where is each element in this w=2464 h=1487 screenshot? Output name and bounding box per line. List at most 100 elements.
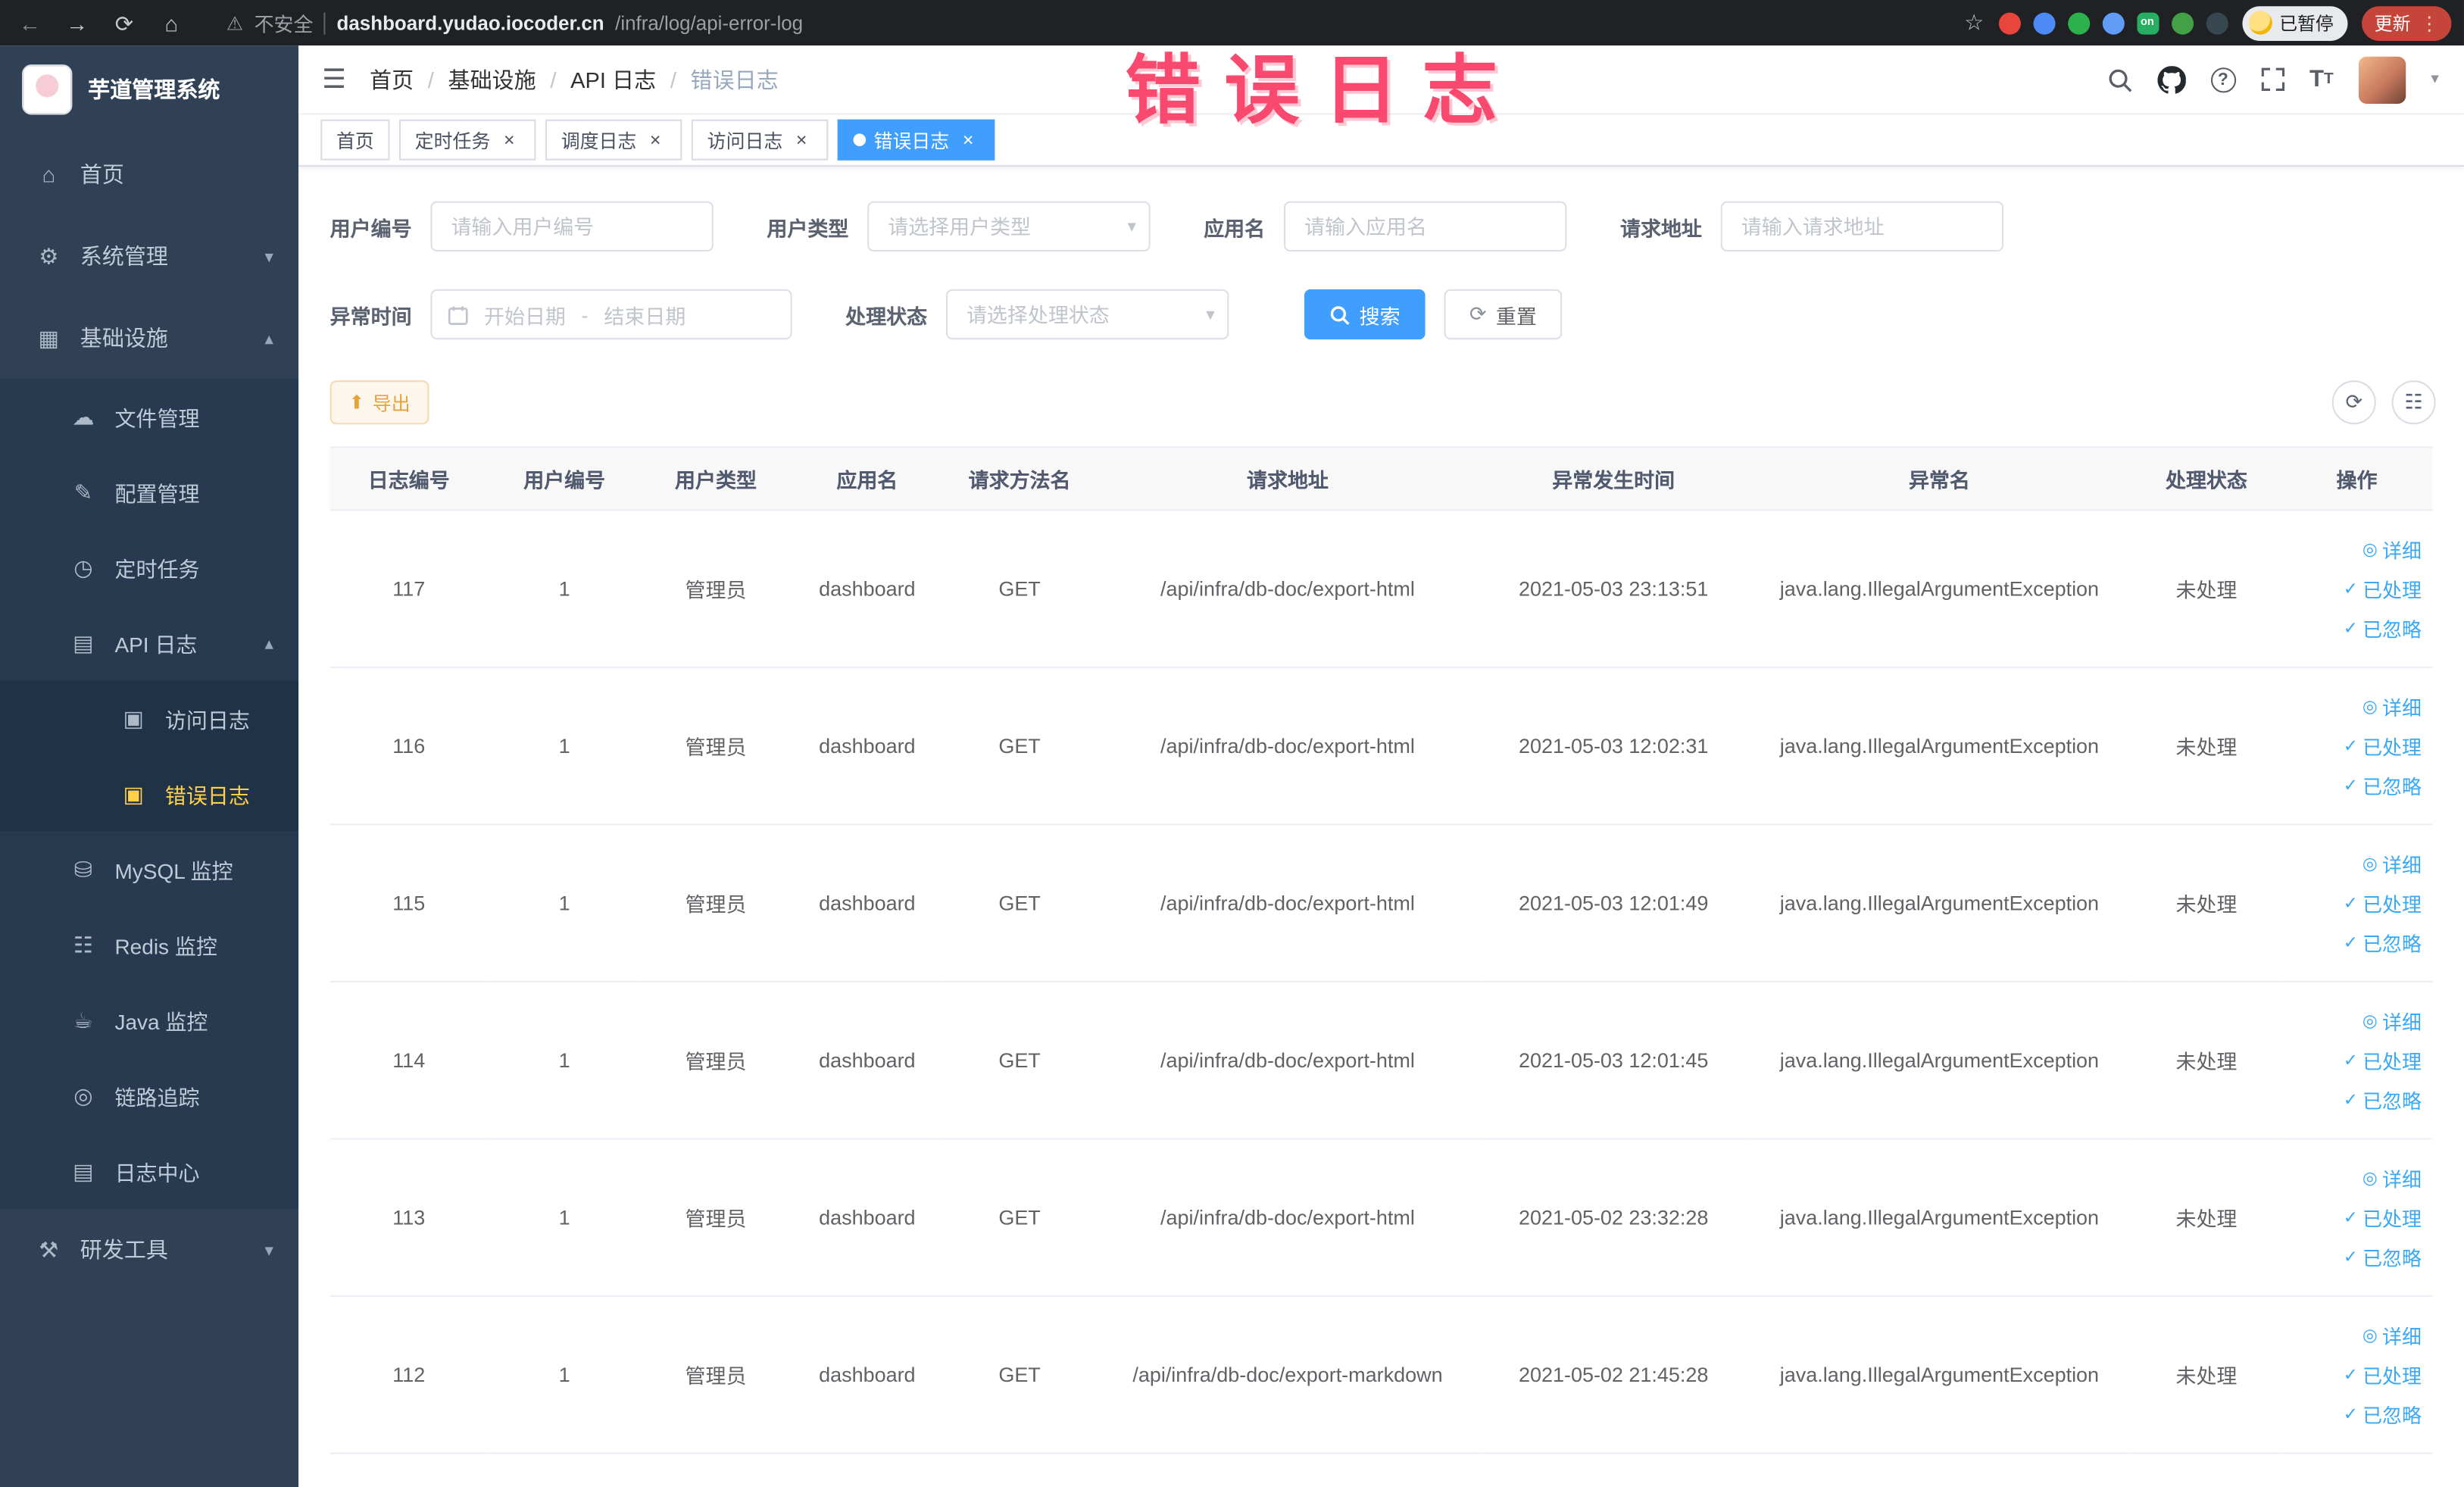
trace-icon: ◎	[73, 1082, 93, 1107]
tab-error-log[interactable]: 错误日志 ×	[837, 119, 995, 161]
detail-link[interactable]: ◎ 详细	[2363, 535, 2422, 564]
sidebar-item-log-center[interactable]: ▤ 日志中心	[0, 1133, 299, 1209]
help-icon[interactable]: ?	[2210, 67, 2236, 92]
active-tab-dot	[853, 133, 867, 146]
breadcrumb-item[interactable]: 基础设施	[448, 64, 536, 95]
processed-link[interactable]: ✓ 已处理	[2344, 888, 2422, 917]
ignored-link[interactable]: ✓ 已忽略	[2344, 927, 2422, 957]
tab-home[interactable]: 首页	[320, 119, 390, 161]
sidebar-item-file-mgmt[interactable]: ☁ 文件管理	[0, 379, 299, 455]
browser-menu-icon[interactable]: ⋮	[2420, 12, 2439, 34]
ignored-link[interactable]: ✓ 已忽略	[2344, 770, 2422, 800]
sidebar-item-api-log[interactable]: ▤ API 日志 ▴	[0, 604, 299, 681]
cell-user-id: 1	[487, 1295, 642, 1454]
cell-method: GET	[944, 510, 1095, 668]
back-icon[interactable]: ←	[9, 4, 50, 42]
extension-green-circle[interactable]	[2067, 11, 2090, 34]
app-logo: 芋道管理系统	[0, 45, 298, 133]
sidebar-item-error-log[interactable]: ▣ 错误日志	[0, 756, 299, 832]
cell-id: 113	[329, 1139, 488, 1297]
search-button[interactable]: 搜索	[1304, 289, 1426, 340]
sidebar-item-access-log[interactable]: ▣ 访问日志	[0, 680, 299, 757]
tab-access-log[interactable]: 访问日志 ×	[691, 119, 829, 161]
breadcrumb-separator: /	[550, 67, 557, 92]
extension-dark[interactable]	[2205, 11, 2228, 34]
columns-icon: ☷	[2404, 389, 2423, 414]
sidebar-item-redis-monitor[interactable]: ☷ Redis 监控	[0, 907, 299, 982]
ignored-link[interactable]: ✓ 已忽略	[2344, 1242, 2422, 1271]
user-type-select-input[interactable]	[867, 201, 1151, 252]
processed-link[interactable]: ✓ 已处理	[2344, 573, 2422, 603]
detail-link[interactable]: ◎ 详细	[2363, 849, 2422, 879]
processed-link[interactable]: ✓ 已处理	[2344, 1202, 2422, 1232]
close-icon[interactable]: ×	[498, 129, 520, 151]
sidebar-item-dev-tools[interactable]: ⚒ 研发工具 ▾	[0, 1209, 298, 1291]
process-status-select-input[interactable]	[945, 289, 1229, 340]
github-icon[interactable]	[2156, 65, 2186, 93]
font-size-icon[interactable]: TT	[2309, 66, 2334, 92]
sidebar-item-label: API 日志	[114, 633, 198, 658]
extension-on-badge[interactable]: on	[2136, 11, 2159, 34]
detail-link[interactable]: ◎ 详细	[2363, 1164, 2422, 1193]
address-bar[interactable]: ⚠ 不安全 dashboard.yudao.iocoder.cn/infra/l…	[226, 8, 803, 37]
extension-grid[interactable]	[2101, 11, 2124, 34]
breadcrumb-item[interactable]: 首页	[370, 64, 414, 95]
extension-blue[interactable]	[2032, 11, 2055, 34]
bookmark-star-icon[interactable]: ☆	[1964, 9, 1984, 36]
user-avatar[interactable]	[2358, 55, 2406, 103]
ignored-link[interactable]: ✓ 已忽略	[2344, 1085, 2422, 1114]
sidebar-item-infrastructure[interactable]: ▦ 基础设施 ▴	[0, 297, 298, 379]
process-status-select[interactable]: ▾	[945, 289, 1229, 340]
cell-time: 2021-05-03 12:01:45	[1479, 981, 1747, 1140]
search-icon[interactable]	[2106, 67, 2131, 92]
reset-button[interactable]: ⟳ 重置	[1444, 289, 1563, 340]
sidebar-item-java-monitor[interactable]: ☕ Java 监控	[0, 982, 299, 1058]
refresh-button[interactable]: ⟳	[2331, 380, 2376, 425]
app-name-input[interactable]	[1284, 201, 1567, 252]
export-button[interactable]: ⬆ 导出	[329, 380, 429, 425]
processed-link[interactable]: ✓ 已处理	[2344, 1360, 2422, 1389]
column-header: 用户类型	[641, 446, 791, 511]
processed-link[interactable]: ✓ 已处理	[2344, 731, 2422, 761]
tab-scheduled-task[interactable]: 定时任务 ×	[398, 119, 536, 161]
forward-icon[interactable]: →	[57, 4, 98, 42]
close-icon[interactable]: ×	[957, 129, 979, 151]
close-icon[interactable]: ×	[791, 129, 813, 151]
processed-link[interactable]: ✓ 已处理	[2344, 1045, 2422, 1075]
user-type-select[interactable]: ▾	[867, 201, 1151, 252]
process-status-field: 处理状态 ▾	[845, 289, 1229, 340]
fullscreen-icon[interactable]	[2261, 67, 2284, 91]
sidebar-item-home[interactable]: ⌂ 首页	[0, 133, 298, 215]
user-id-input[interactable]	[430, 201, 714, 252]
column-settings-button[interactable]: ☷	[2391, 380, 2436, 425]
breadcrumb-item[interactable]: API 日志	[570, 64, 656, 95]
sidebar-item-mysql-monitor[interactable]: ⛁ MySQL 监控	[0, 831, 299, 908]
detail-link[interactable]: ◎ 详细	[2363, 1320, 2422, 1350]
ignored-link[interactable]: ✓ 已忽略	[2344, 1399, 2422, 1429]
extension-red[interactable]	[1997, 11, 2020, 34]
cell-user-id: 1	[487, 667, 642, 826]
ignored-link[interactable]: ✓ 已忽略	[2344, 613, 2422, 642]
detail-link[interactable]: ◎ 详细	[2363, 1006, 2422, 1036]
tab-schedule-log[interactable]: 调度日志 ×	[545, 119, 682, 161]
update-button[interactable]: 更新 ⋮	[2362, 5, 2452, 40]
cell-app: dashboard	[790, 1295, 945, 1454]
request-url-input[interactable]	[1720, 201, 2004, 252]
sidebar-toggle-icon[interactable]: ☰	[298, 64, 370, 95]
home-icon[interactable]: ⌂	[151, 4, 192, 42]
cell-app: dashboard	[790, 667, 945, 826]
column-header: 处理状态	[2131, 446, 2281, 511]
profile-chip[interactable]: 已暂停	[2241, 5, 2348, 40]
sidebar-item-link-trace[interactable]: ◎ 链路追踪	[0, 1057, 299, 1134]
reload-icon[interactable]: ⟳	[104, 4, 145, 42]
sidebar-item-system-mgmt[interactable]: ⚙ 系统管理 ▾	[0, 215, 298, 297]
avatar-caret-icon[interactable]: ▾	[2431, 70, 2438, 88]
close-icon[interactable]: ×	[645, 129, 667, 151]
sidebar-item-config-mgmt[interactable]: ✎ 配置管理	[0, 454, 299, 530]
detail-link[interactable]: ◎ 详细	[2363, 692, 2422, 721]
url-host: dashboard.yudao.iocoder.cn	[336, 11, 604, 34]
extension-leaf[interactable]	[2171, 11, 2194, 34]
check-icon: ✓	[2343, 894, 2358, 914]
sidebar-item-scheduled-task[interactable]: ◷ 定时任务	[0, 530, 299, 605]
date-range-picker[interactable]: 开始日期 - 结束日期	[430, 289, 792, 340]
